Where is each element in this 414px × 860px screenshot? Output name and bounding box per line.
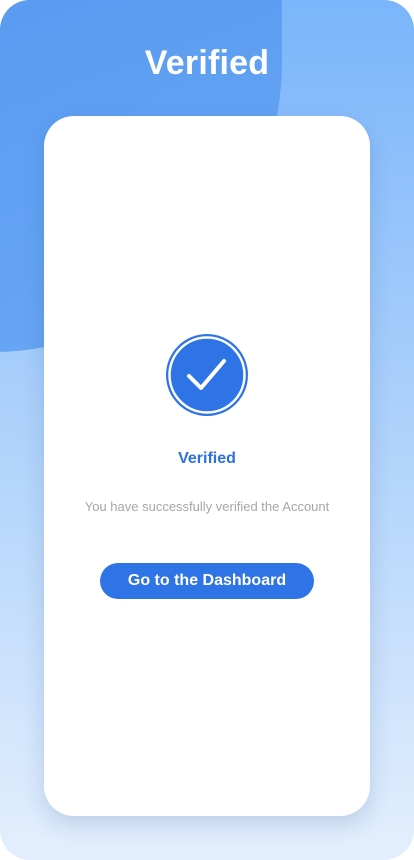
check-circle-icon xyxy=(166,334,248,416)
success-message: You have successfully verified the Accou… xyxy=(84,499,330,514)
page-title: Verified xyxy=(144,44,270,82)
verified-screen: Verified Verified You have successfully … xyxy=(0,0,414,860)
verification-card: Verified You have successfully verified … xyxy=(44,116,370,816)
status-title: Verified xyxy=(178,450,236,467)
go-to-dashboard-button[interactable]: Go to the Dashboard xyxy=(100,563,314,599)
